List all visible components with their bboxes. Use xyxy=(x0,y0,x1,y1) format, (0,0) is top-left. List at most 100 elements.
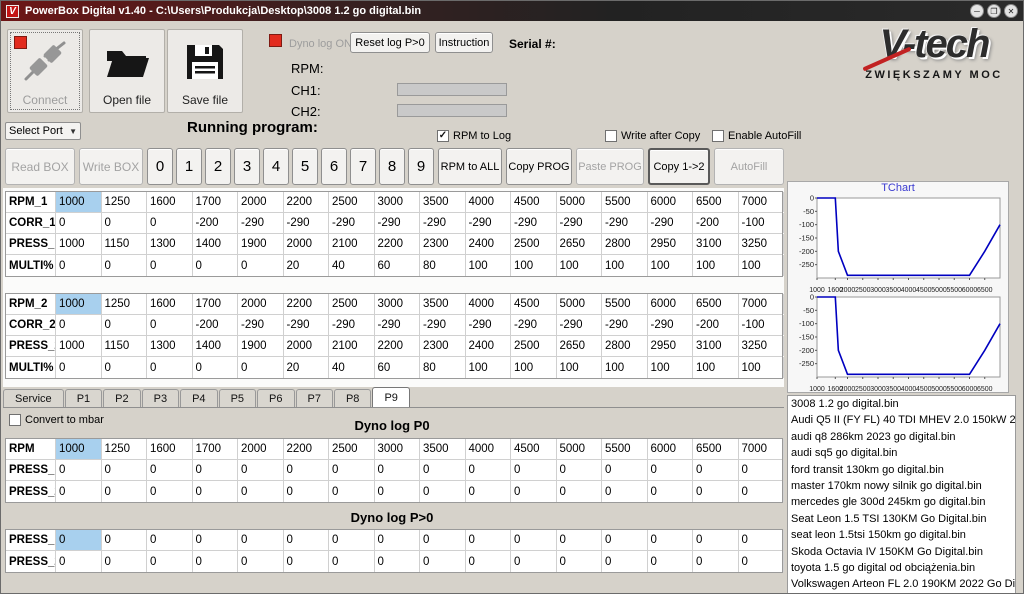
write-after-copy-checkbox[interactable]: Write after Copy xyxy=(605,130,700,142)
table-cell[interactable]: -290 xyxy=(329,213,375,233)
minimize-button[interactable]: ─ xyxy=(970,4,984,18)
digit-button-4[interactable]: 4 xyxy=(263,148,289,185)
file-list-item[interactable]: Volkswagen Arteon FL 2.0 190KM 2022 Go D… xyxy=(788,576,1015,592)
autofill-button[interactable]: AutoFill xyxy=(714,148,784,185)
table-cell[interactable]: 2200 xyxy=(284,294,330,314)
table-cell[interactable]: 0 xyxy=(56,255,102,276)
table-cell[interactable]: 100 xyxy=(602,255,648,276)
table-cell[interactable]: 0 xyxy=(375,530,421,550)
table-cell[interactable]: -200 xyxy=(193,213,239,233)
table-cell[interactable]: 2950 xyxy=(648,234,694,254)
table-cell[interactable]: 0 xyxy=(329,551,375,572)
table-cell[interactable]: 3000 xyxy=(375,192,421,212)
table-cell[interactable]: 0 xyxy=(557,460,603,480)
table-cell[interactable]: 3500 xyxy=(420,294,466,314)
table-cell[interactable]: 0 xyxy=(238,460,284,480)
table-cell[interactable]: 1000 xyxy=(56,192,102,212)
table-cell[interactable]: 7000 xyxy=(739,439,785,459)
table-cell[interactable]: 2800 xyxy=(602,336,648,356)
close-button[interactable]: ✕ xyxy=(1004,4,1018,18)
table-cell[interactable]: 0 xyxy=(693,460,739,480)
table-cell[interactable]: -290 xyxy=(284,213,330,233)
table-cell[interactable]: 1700 xyxy=(193,439,239,459)
table-cell[interactable]: 2200 xyxy=(284,439,330,459)
write-box-button[interactable]: Write BOX xyxy=(79,148,143,185)
port-select[interactable]: Select Port ▼ xyxy=(5,122,81,140)
table-cell[interactable]: 0 xyxy=(602,481,648,502)
table-cell[interactable]: 0 xyxy=(284,460,330,480)
table-cell[interactable]: 4500 xyxy=(511,439,557,459)
table-cell[interactable]: 0 xyxy=(56,530,102,550)
table-cell[interactable]: 2100 xyxy=(329,234,375,254)
file-list-item[interactable]: ford transit 130km go digital.bin xyxy=(788,462,1015,478)
open-file-button[interactable]: Open file xyxy=(89,29,165,113)
table-cell[interactable]: 60 xyxy=(375,255,421,276)
table-cell[interactable]: 100 xyxy=(466,255,512,276)
table-cell[interactable]: 1400 xyxy=(193,336,239,356)
table-cell[interactable]: 2000 xyxy=(238,294,284,314)
table-cell[interactable]: 0 xyxy=(602,530,648,550)
digit-button-3[interactable]: 3 xyxy=(234,148,260,185)
table-cell[interactable]: 100 xyxy=(466,357,512,378)
table-cell[interactable]: 2000 xyxy=(238,439,284,459)
table-cell[interactable]: -290 xyxy=(375,213,421,233)
table-cell[interactable]: 0 xyxy=(693,551,739,572)
table-cell[interactable]: 100 xyxy=(693,357,739,378)
file-list-item[interactable]: 3008 1.2 go digital.bin xyxy=(788,396,1015,412)
table-cell[interactable]: 0 xyxy=(147,255,193,276)
table-cell[interactable]: 1250 xyxy=(102,439,148,459)
table-cell[interactable]: 0 xyxy=(284,551,330,572)
table-cell[interactable]: 1150 xyxy=(102,336,148,356)
table-cell[interactable]: 0 xyxy=(284,481,330,502)
table-cell[interactable]: -100 xyxy=(739,315,785,335)
table-cell[interactable]: 0 xyxy=(420,530,466,550)
digit-button-0[interactable]: 0 xyxy=(147,148,173,185)
table-cell[interactable]: 100 xyxy=(693,255,739,276)
table-cell[interactable]: 4000 xyxy=(466,294,512,314)
table-cell[interactable]: 100 xyxy=(602,357,648,378)
tab-p5[interactable]: P5 xyxy=(219,389,256,407)
table-cell[interactable]: 0 xyxy=(193,530,239,550)
table-cell[interactable]: 40 xyxy=(329,357,375,378)
tab-service[interactable]: Service xyxy=(3,389,64,407)
table-cell[interactable]: 5500 xyxy=(602,192,648,212)
table-cell[interactable]: 1900 xyxy=(238,234,284,254)
table-cell[interactable]: 0 xyxy=(193,551,239,572)
table-cell[interactable]: 2200 xyxy=(375,234,421,254)
table-cell[interactable]: 3500 xyxy=(420,192,466,212)
table-cell[interactable]: 100 xyxy=(739,255,785,276)
table-cell[interactable]: 100 xyxy=(557,255,603,276)
table-cell[interactable]: 3250 xyxy=(739,234,785,254)
table-cell[interactable]: 0 xyxy=(739,551,785,572)
table-cell[interactable]: 0 xyxy=(238,551,284,572)
instruction-button[interactable]: Instruction xyxy=(435,32,493,53)
table-cell[interactable]: 0 xyxy=(375,551,421,572)
table-cell[interactable]: 20 xyxy=(284,255,330,276)
tab-p1[interactable]: P1 xyxy=(65,389,102,407)
table-cell[interactable]: 2300 xyxy=(420,336,466,356)
table-cell[interactable]: 1250 xyxy=(102,192,148,212)
file-list-item[interactable]: Audi Q5 II (FY FL) 40 TDI MHEV 2.0 150kW… xyxy=(788,412,1015,428)
table-cell[interactable]: 6000 xyxy=(648,439,694,459)
table-cell[interactable]: 2000 xyxy=(238,192,284,212)
table-cell[interactable]: -200 xyxy=(693,213,739,233)
connect-button[interactable]: Connect xyxy=(7,29,83,113)
table-cell[interactable]: 0 xyxy=(147,551,193,572)
table-cell[interactable]: 0 xyxy=(238,530,284,550)
table-cell[interactable]: 1000 xyxy=(56,336,102,356)
table-cell[interactable]: 0 xyxy=(375,481,421,502)
table-cell[interactable]: 0 xyxy=(557,551,603,572)
table-cell[interactable]: 0 xyxy=(56,213,102,233)
table-cell[interactable]: 100 xyxy=(648,255,694,276)
table-cell[interactable]: 0 xyxy=(693,530,739,550)
table-cell[interactable]: -290 xyxy=(648,213,694,233)
table-cell[interactable]: 0 xyxy=(193,255,239,276)
table-cell[interactable]: 5500 xyxy=(602,439,648,459)
file-list-item[interactable]: Skoda Octavia IV 150KM Go Digital.bin xyxy=(788,544,1015,560)
table-cell[interactable]: 0 xyxy=(56,551,102,572)
table-cell[interactable]: 0 xyxy=(102,481,148,502)
file-list-item[interactable]: toyota 1.5 go digital od obciążenia.bin xyxy=(788,560,1015,576)
table-cell[interactable]: 3100 xyxy=(693,336,739,356)
table-cell[interactable]: 6500 xyxy=(693,192,739,212)
digit-button-8[interactable]: 8 xyxy=(379,148,405,185)
